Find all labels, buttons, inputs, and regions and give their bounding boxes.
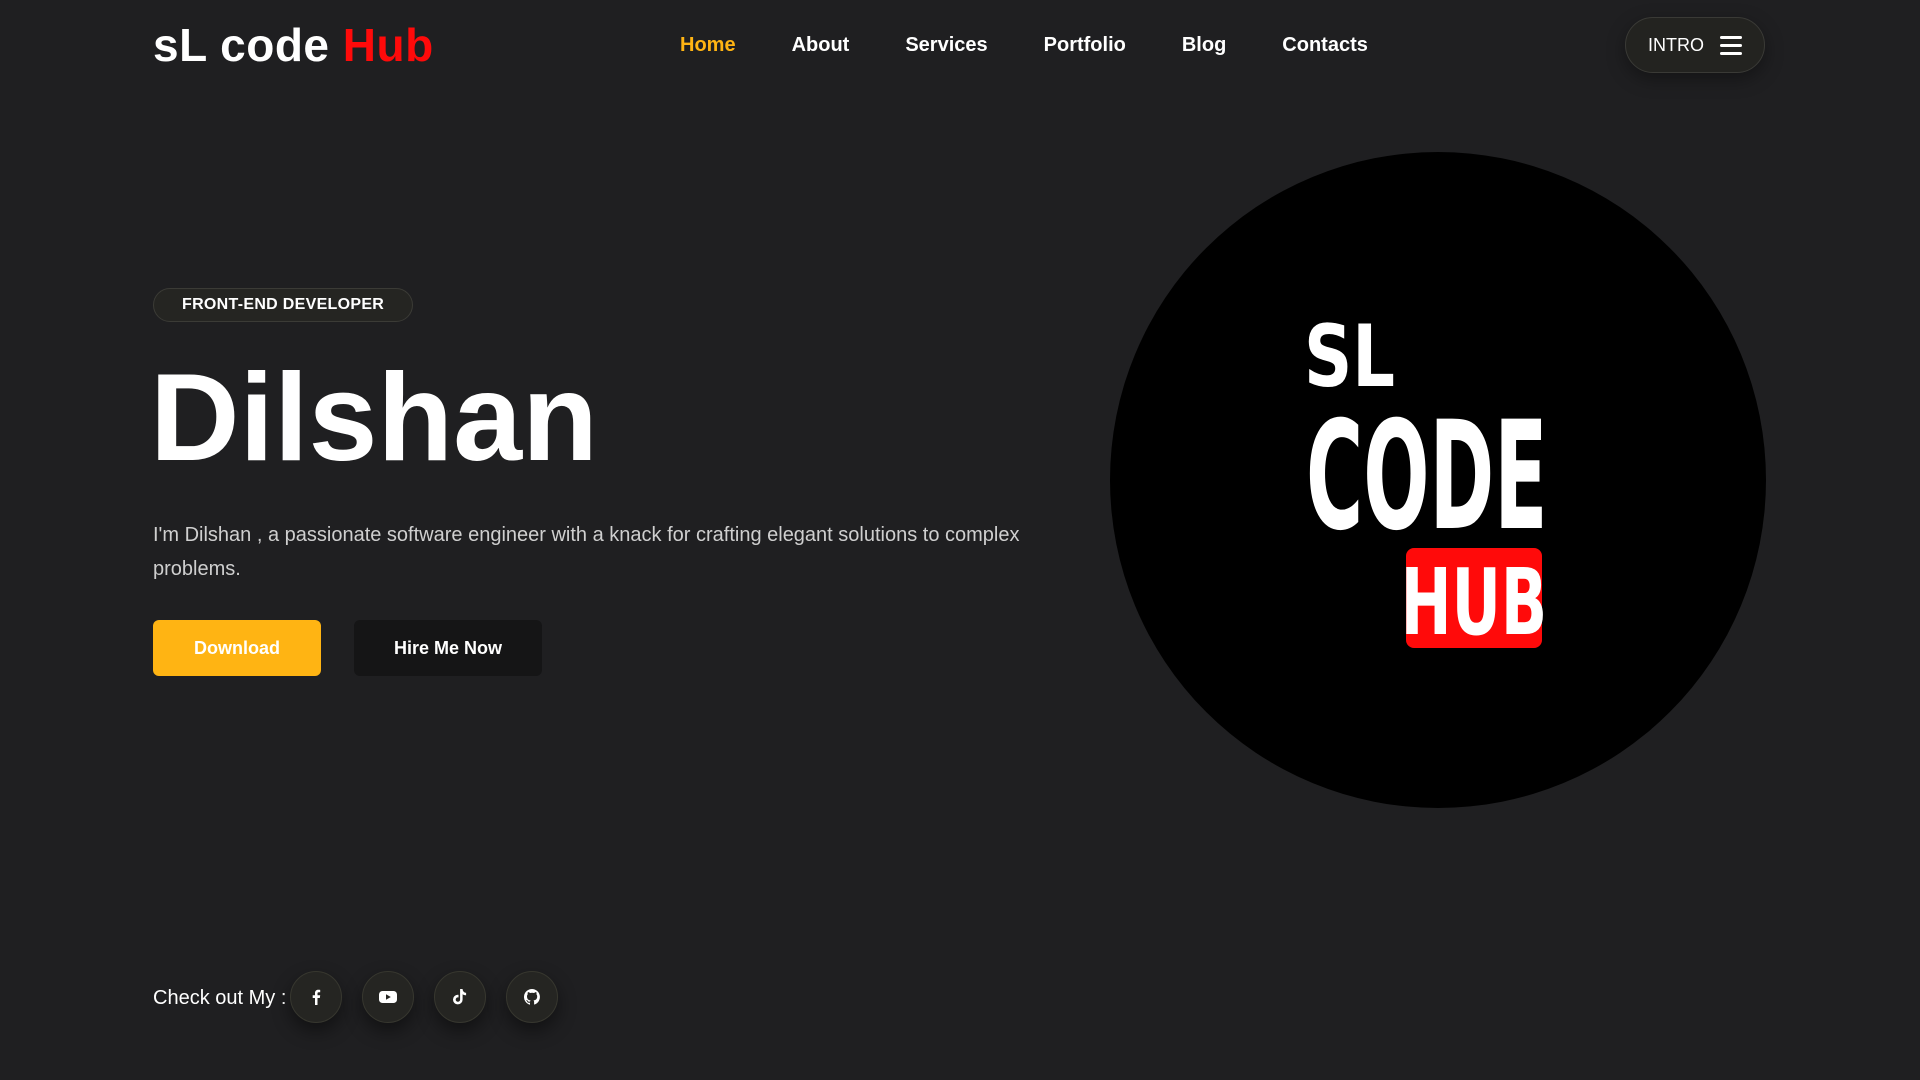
- intro-button-label: INTRO: [1648, 34, 1704, 55]
- hamburger-menu-icon: [1720, 35, 1742, 55]
- nav-link-portfolio[interactable]: Portfolio: [1044, 30, 1126, 60]
- logo-text-main: sL code: [153, 19, 330, 71]
- hero-description: I'm Dilshan , a passionate software engi…: [153, 524, 1020, 580]
- sl-code-hub-logo-graphic: SL CODE HUB: [1304, 307, 1548, 657]
- page: sL code Hub Home About Services Portfoli…: [0, 0, 1920, 1080]
- intro-menu-button[interactable]: INTRO: [1625, 17, 1765, 73]
- hero-logo-image: SL CODE HUB: [1110, 152, 1766, 808]
- social-links: [290, 971, 558, 1023]
- hire-me-button[interactable]: Hire Me Now: [354, 620, 542, 676]
- nav-item-blog: Blog: [1182, 30, 1226, 60]
- nav-item-about: About: [792, 30, 850, 60]
- download-button[interactable]: Download: [153, 620, 321, 676]
- github-icon: [524, 989, 540, 1005]
- github-link[interactable]: [506, 971, 558, 1023]
- nav-item-services: Services: [905, 30, 987, 60]
- nav-link-blog[interactable]: Blog: [1182, 30, 1226, 60]
- nav-link-home[interactable]: Home: [680, 30, 736, 60]
- hero-name: Dilshan: [150, 349, 598, 487]
- nav-link-about[interactable]: About: [792, 30, 850, 60]
- logo-graphic-line3: HUB: [1401, 550, 1547, 656]
- youtube-link[interactable]: [362, 971, 414, 1023]
- nav-link-contacts[interactable]: Contacts: [1282, 30, 1368, 60]
- nav-item-home: Home: [680, 30, 736, 60]
- tiktok-link[interactable]: [434, 971, 486, 1023]
- logo-text-accent: Hub: [342, 19, 434, 71]
- facebook-link[interactable]: [290, 971, 342, 1023]
- nav-item-portfolio: Portfolio: [1044, 30, 1126, 60]
- socials-label: Check out My :: [153, 987, 287, 1009]
- logo-graphic-line2: CODE: [1306, 390, 1548, 564]
- main-nav: Home About Services Portfolio Blog Conta…: [680, 30, 1368, 60]
- nav-item-contacts: Contacts: [1282, 30, 1368, 60]
- nav-link-services[interactable]: Services: [905, 30, 987, 60]
- youtube-icon: [379, 991, 397, 1003]
- role-badge: FRONT-END DEVELOPER: [153, 288, 414, 322]
- facebook-icon: [312, 989, 321, 1005]
- tiktok-icon: [453, 989, 467, 1005]
- site-logo[interactable]: sL code Hub: [153, 18, 434, 72]
